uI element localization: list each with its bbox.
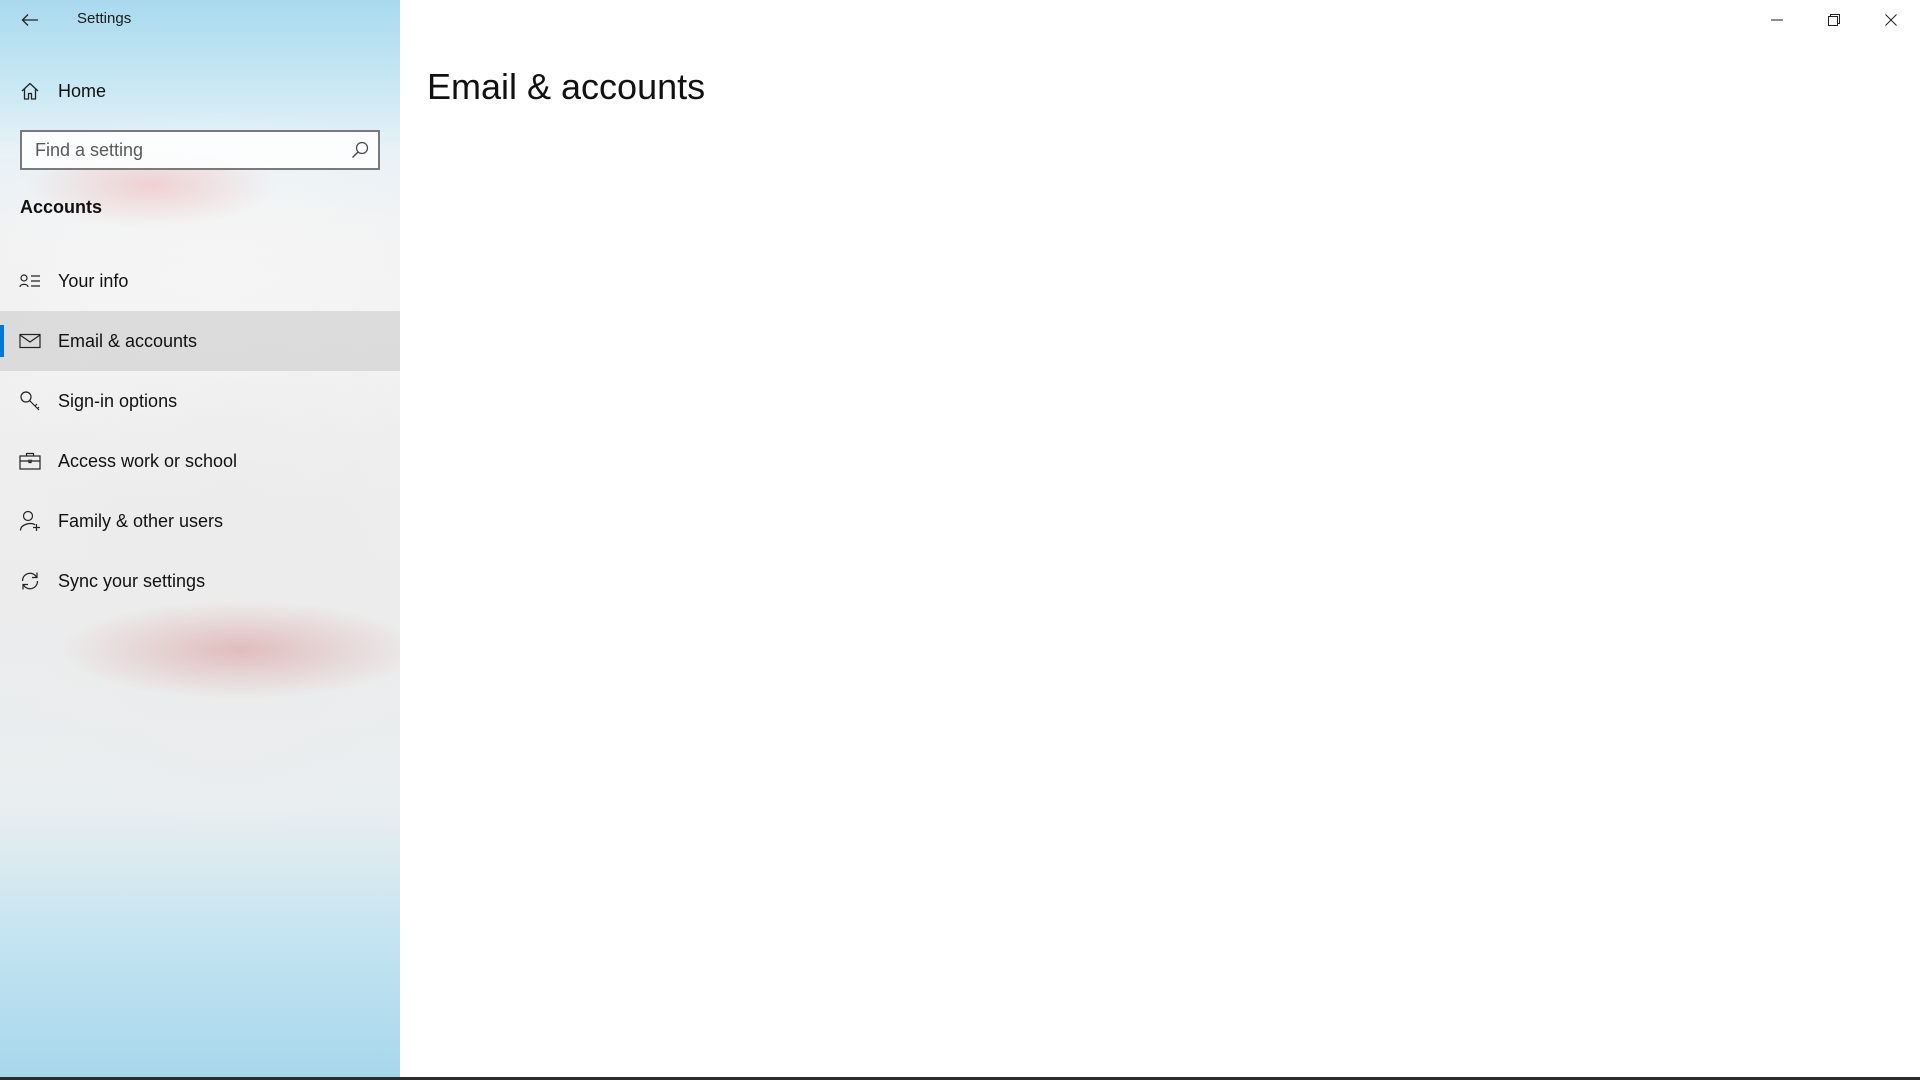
sidebar-item-label: Access work or school: [58, 450, 238, 471]
minimize-button[interactable]: [1748, 0, 1805, 40]
sidebar-item-label: Sign-in options: [58, 390, 178, 411]
section-heading: Accounts: [20, 197, 103, 217]
sidebar-item-label: Family & other users: [58, 510, 224, 531]
close-icon: [1884, 14, 1897, 26]
mail-icon: [18, 329, 42, 353]
sidebar-item-family-other-users[interactable]: Family & other users: [0, 491, 400, 551]
sidebar-item-label: Your info: [58, 270, 129, 291]
close-button[interactable]: [1862, 0, 1919, 40]
window-title: Settings: [77, 10, 132, 27]
restore-icon: [1827, 14, 1840, 26]
home-label: Home: [58, 80, 107, 101]
sidebar-item-label: Email & accounts: [58, 330, 198, 351]
home-nav-item[interactable]: Home: [0, 61, 400, 121]
search-input[interactable]: [22, 132, 345, 168]
back-arrow-icon: [21, 13, 39, 27]
minimize-icon: [1770, 14, 1783, 26]
briefcase-icon: [18, 449, 42, 473]
home-icon: [18, 79, 42, 103]
sidebar-item-email-accounts[interactable]: Email & accounts: [0, 311, 400, 371]
sidebar: Settings Home Accounts: [0, 0, 400, 1077]
page-title: Email & accounts: [427, 66, 706, 107]
sidebar-item-label: Sync your settings: [58, 570, 206, 591]
sidebar-item-sign-in-options[interactable]: Sign-in options: [0, 371, 400, 431]
search-box: [20, 130, 380, 170]
back-button[interactable]: [10, 0, 50, 40]
sidebar-item-your-info[interactable]: Your info: [0, 251, 400, 311]
search-icon[interactable]: [350, 140, 370, 160]
sync-icon: [18, 569, 42, 593]
settings-window: Settings Home Accounts: [0, 0, 1920, 1077]
contact-card-icon: [18, 269, 42, 293]
sidebar-item-access-work-school[interactable]: Access work or school: [0, 431, 400, 491]
selection-indicator: [0, 325, 4, 357]
person-add-icon: [18, 509, 42, 533]
sidebar-item-sync-settings[interactable]: Sync your settings: [0, 551, 400, 611]
restore-button[interactable]: [1805, 0, 1862, 40]
key-icon: [18, 389, 42, 413]
